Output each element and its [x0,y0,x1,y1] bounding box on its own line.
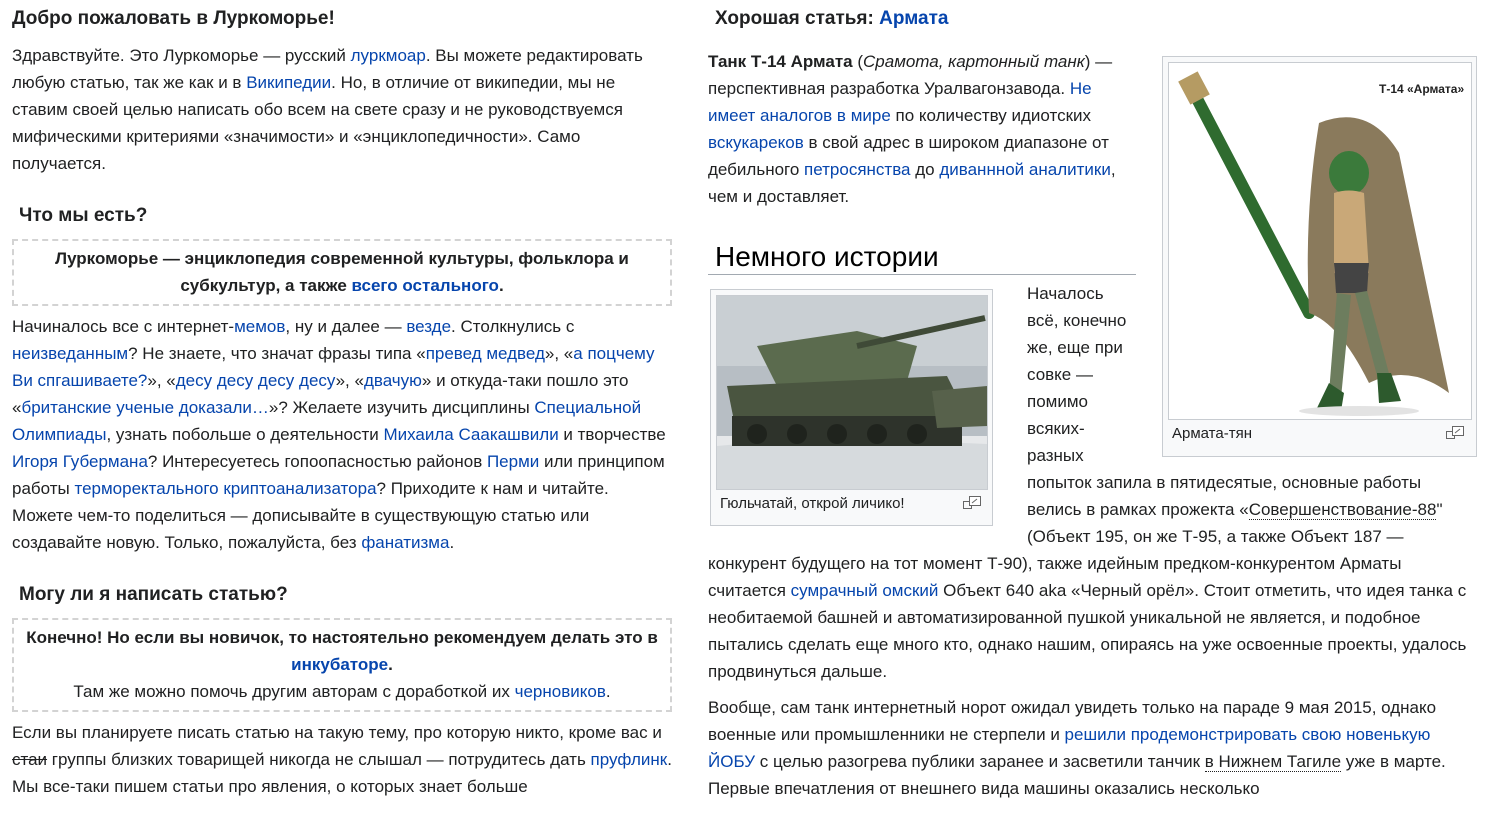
anime-image-label: Т-14 «Армата» [1379,82,1464,96]
good-article-title-link[interactable]: Армата [879,8,948,29]
bold-text: Танк Т-14 Армата [708,52,853,71]
history-body: Началось всё, конечно же, еще при совке … [708,280,1478,802]
can-i-write-box-bold: Конечно! Но если вы новичок, то настояте… [26,628,658,674]
good-article-label: Хорошая статья: [715,8,880,29]
dotted-underline-text[interactable]: в Нижнем Тагиле [1204,752,1342,772]
what-we-are-paragraph: Начиналось все с интернет-мемов, ну и да… [12,317,666,552]
inline-link[interactable]: инкубаторе [291,655,388,674]
strikethrough-text: стаи [12,750,48,769]
inline-link[interactable]: Михаила Саакашвили [383,425,558,444]
inline-link[interactable]: мемов [234,317,285,336]
inline-link[interactable]: превед медвед [426,344,545,363]
dotted-underline-text[interactable]: Совершенствование-88 [1248,500,1437,520]
inline-link[interactable]: десу десу десу десу [176,371,336,390]
can-i-write-box: Конечно! Но если вы новичок, то настояте… [12,618,672,712]
inline-link[interactable]: сумрачный омский [791,581,939,600]
inline-link[interactable]: диваннной аналитики [939,160,1110,179]
inline-link[interactable]: Игоря Губермана [12,452,148,471]
history-paragraph-2: Вообще, сам танк интернетный норот ожида… [708,698,1446,798]
inline-link[interactable]: везде [406,317,451,336]
article-intro: Танк Т-14 Армата (Срамота, картонный тан… [708,52,1116,206]
inline-link[interactable]: пруфлинк [591,750,668,769]
inline-link[interactable]: вскукареков [708,133,804,152]
right-column: Хорошая статья: Армата Т-14 «Армата» Арм… [708,0,1478,798]
history-heading: Немного истории [708,240,1136,275]
left-column: Добро пожаловать в Луркоморье! Здравству… [12,0,672,800]
can-i-write-box-normal: Там же можно помочь другим авторам с дор… [73,682,611,701]
inline-link[interactable]: неизведанным [12,344,128,363]
inline-link[interactable]: петросянства [804,160,910,179]
inline-link[interactable]: всего остального [352,276,499,295]
welcome-heading: Добро пожаловать в Луркоморье! [12,8,335,29]
inline-link[interactable]: британские ученые доказали… [21,398,268,417]
inline-link[interactable]: Перми [487,452,539,471]
italic-text: Срамота, картонный танк [863,52,1085,71]
can-i-write-paragraph: Если вы планируете писать статью на таку… [12,723,672,796]
can-i-write-heading: Могу ли я написать статью? [19,584,288,605]
what-we-are-box: Луркоморье — энциклопедия современной ку… [12,239,672,306]
inline-link[interactable]: черновиков [515,682,606,701]
good-article-heading: Хорошая статья: Армата [708,5,1478,33]
inline-link[interactable]: двачую [364,371,422,390]
what-we-are-heading: Что мы есть? [19,205,148,226]
inline-link[interactable]: Википедии [246,73,331,92]
inline-link[interactable]: Не имеет аналогов в мире [708,79,1092,125]
inline-link[interactable]: терморектального криптоанализатора [74,479,376,498]
inline-link[interactable]: луркмоар [351,46,426,65]
inline-link[interactable]: фанатизма [361,533,449,552]
welcome-paragraph: Здравствуйте. Это Луркоморье — русский л… [12,46,643,173]
